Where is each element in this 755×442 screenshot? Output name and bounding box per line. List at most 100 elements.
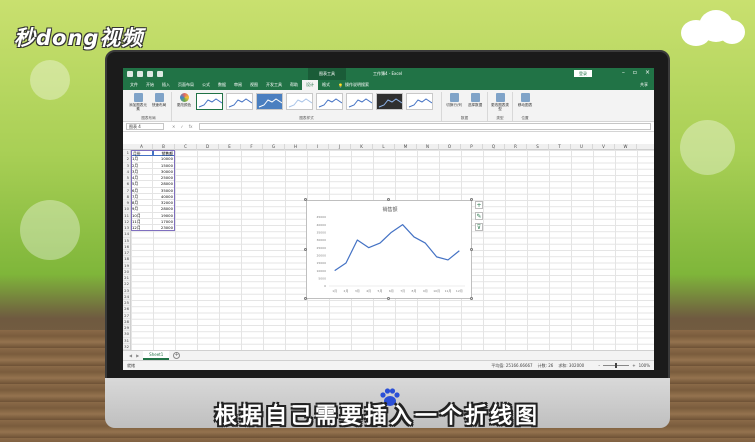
x-tick-label: 11月 <box>445 289 452 293</box>
status-bar: 就绪 平均值: 25166.66667 计数: 26 求和: 302000 – … <box>123 360 654 370</box>
chart-style-3[interactable] <box>256 93 283 110</box>
table-row: 12月 23000 <box>131 225 175 232</box>
resize-handle[interactable] <box>304 198 307 201</box>
status-count: 计数: 26 <box>537 362 554 368</box>
save-icon[interactable] <box>127 71 133 77</box>
confirm-icon[interactable]: ✓ <box>180 124 183 129</box>
bokeh-light <box>20 200 80 260</box>
tab-file[interactable]: 文件 <box>126 80 142 90</box>
chart-style-4[interactable] <box>286 93 313 110</box>
sheet-tab-sheet1[interactable]: Sheet1 <box>143 351 170 360</box>
context-tab-label: 图表工具 <box>308 68 346 80</box>
chart-style-6[interactable] <box>346 93 373 110</box>
resize-handle[interactable] <box>470 198 473 201</box>
resize-handle[interactable] <box>387 198 390 201</box>
row-header[interactable]: 22 <box>123 281 130 288</box>
worksheet-grid: ABCDEFGHIJKLMNOPQRSTUVW 1 2 3 4 5 6 7 8 9 10 11 12 1… <box>123 144 654 350</box>
bokeh-light <box>30 60 70 100</box>
row-header[interactable]: 27 <box>123 313 130 319</box>
resize-handle[interactable] <box>304 247 307 251</box>
status-sum: 求和: 302000 <box>558 362 585 368</box>
redo-icon[interactable] <box>147 71 153 77</box>
status-ready: 就绪 <box>127 362 135 368</box>
tell-me-search[interactable]: 💡 操作说明搜索 <box>338 82 369 88</box>
zoom-in-icon[interactable]: + <box>632 363 635 368</box>
x-tick-label: 6月 <box>389 289 394 293</box>
resize-handle[interactable] <box>387 297 390 300</box>
x-tick-label: 10月 <box>433 289 440 293</box>
customize-toolbar-icon[interactable] <box>157 71 163 77</box>
tab-design[interactable]: 设计 <box>302 80 318 90</box>
sheet-nav-left-icon[interactable]: ◀ <box>129 353 132 358</box>
chart-style-8[interactable] <box>406 93 433 110</box>
chart-style-2[interactable] <box>226 93 253 110</box>
add-sheet-icon[interactable]: + <box>173 352 181 359</box>
login-button[interactable]: 登录 <box>574 70 592 77</box>
row-header[interactable]: 14 <box>123 231 130 238</box>
chart-style-7[interactable] <box>376 93 403 110</box>
row-header[interactable]: 26 <box>123 306 130 313</box>
row-header[interactable]: 11 <box>123 213 130 219</box>
tab-formulas[interactable]: 公式 <box>198 80 214 90</box>
tab-insert[interactable]: 插入 <box>158 80 174 90</box>
row-header[interactable]: 23 <box>123 288 130 294</box>
chart-style-1[interactable] <box>196 93 223 110</box>
x-tick-label: 5月 <box>378 289 383 293</box>
x-tick-label: 8月 <box>412 289 417 293</box>
palette-icon <box>179 93 189 102</box>
x-tick-label: 3月 <box>355 289 360 293</box>
row-header[interactable]: 18 <box>123 256 130 263</box>
status-average: 平均值: 25166.66667 <box>491 362 533 368</box>
y-tick-label: 15000 <box>316 261 326 265</box>
row-header[interactable]: 10 <box>123 206 130 213</box>
formula-input[interactable] <box>198 123 651 130</box>
maximize-icon[interactable]: ▫ <box>633 69 637 76</box>
group-label: 类型 <box>496 116 504 120</box>
group-label: 图表布局 <box>141 116 156 120</box>
y-tick-label: 35000 <box>316 231 326 235</box>
resize-handle[interactable] <box>470 247 473 251</box>
group-label: 图表样式 <box>299 116 314 120</box>
chart-style-5[interactable] <box>316 93 343 110</box>
chart-elements-plus-icon[interactable]: + <box>475 201 483 209</box>
zoom-slider[interactable] <box>603 363 630 368</box>
row-header[interactable]: 15 <box>123 238 130 244</box>
name-box[interactable]: 图表 4 <box>126 123 164 130</box>
tab-page-layout[interactable]: 页面布局 <box>174 80 198 90</box>
tab-data[interactable]: 数据 <box>214 80 230 90</box>
sheet-nav-right-icon[interactable]: ▶ <box>136 353 139 358</box>
window-title: 工作簿4 - Excel <box>373 71 403 76</box>
switch-row-column-icon <box>449 93 459 102</box>
cancel-icon[interactable]: ✕ <box>172 124 175 129</box>
tab-help[interactable]: 帮助 <box>286 80 302 90</box>
function-icon[interactable]: fx <box>189 124 193 129</box>
minimize-icon[interactable]: – <box>622 69 625 76</box>
x-tick-label: 7月 <box>400 289 405 293</box>
chart-styles-brush-icon[interactable]: ✎ <box>475 212 483 220</box>
row-header[interactable]: 19 <box>123 263 130 269</box>
tab-home[interactable]: 开始 <box>142 80 158 90</box>
undo-icon[interactable] <box>137 71 143 77</box>
resize-handle[interactable] <box>470 297 473 300</box>
y-tick-label: 10000 <box>316 269 326 273</box>
x-tick-label: 1月 <box>332 289 337 293</box>
table-cell[interactable]: 12月 <box>131 225 153 232</box>
x-tick-label: 12月 <box>456 289 463 293</box>
table-cell[interactable]: 23000 <box>153 225 175 232</box>
tab-review[interactable]: 审阅 <box>230 80 246 90</box>
row-header[interactable]: 30 <box>123 331 130 338</box>
x-tick-label: 9月 <box>423 289 428 293</box>
ribbon-design: 添加图表元素 快速布局 图表布局 更改颜色 图表样式 切换行/列 选择数据 数据… <box>123 90 654 122</box>
y-tick-label: 25000 <box>316 246 326 250</box>
tab-view[interactable]: 视图 <box>246 80 262 90</box>
close-icon[interactable]: × <box>645 69 650 76</box>
tab-developer[interactable]: 开发工具 <box>262 80 286 90</box>
chart-filter-icon[interactable]: ⊽ <box>475 223 483 231</box>
share-button[interactable]: 共享 <box>640 82 648 88</box>
resize-handle[interactable] <box>304 297 307 300</box>
line-chart[interactable]: 销售额 45000 40000 35000 30000 25000 20000 15000 10… <box>304 198 473 300</box>
x-tick-label: 4月 <box>366 289 371 293</box>
tab-format[interactable]: 格式 <box>318 80 334 90</box>
row-header[interactable]: 31 <box>123 338 130 344</box>
zoom-out-icon[interactable]: – <box>598 363 600 368</box>
